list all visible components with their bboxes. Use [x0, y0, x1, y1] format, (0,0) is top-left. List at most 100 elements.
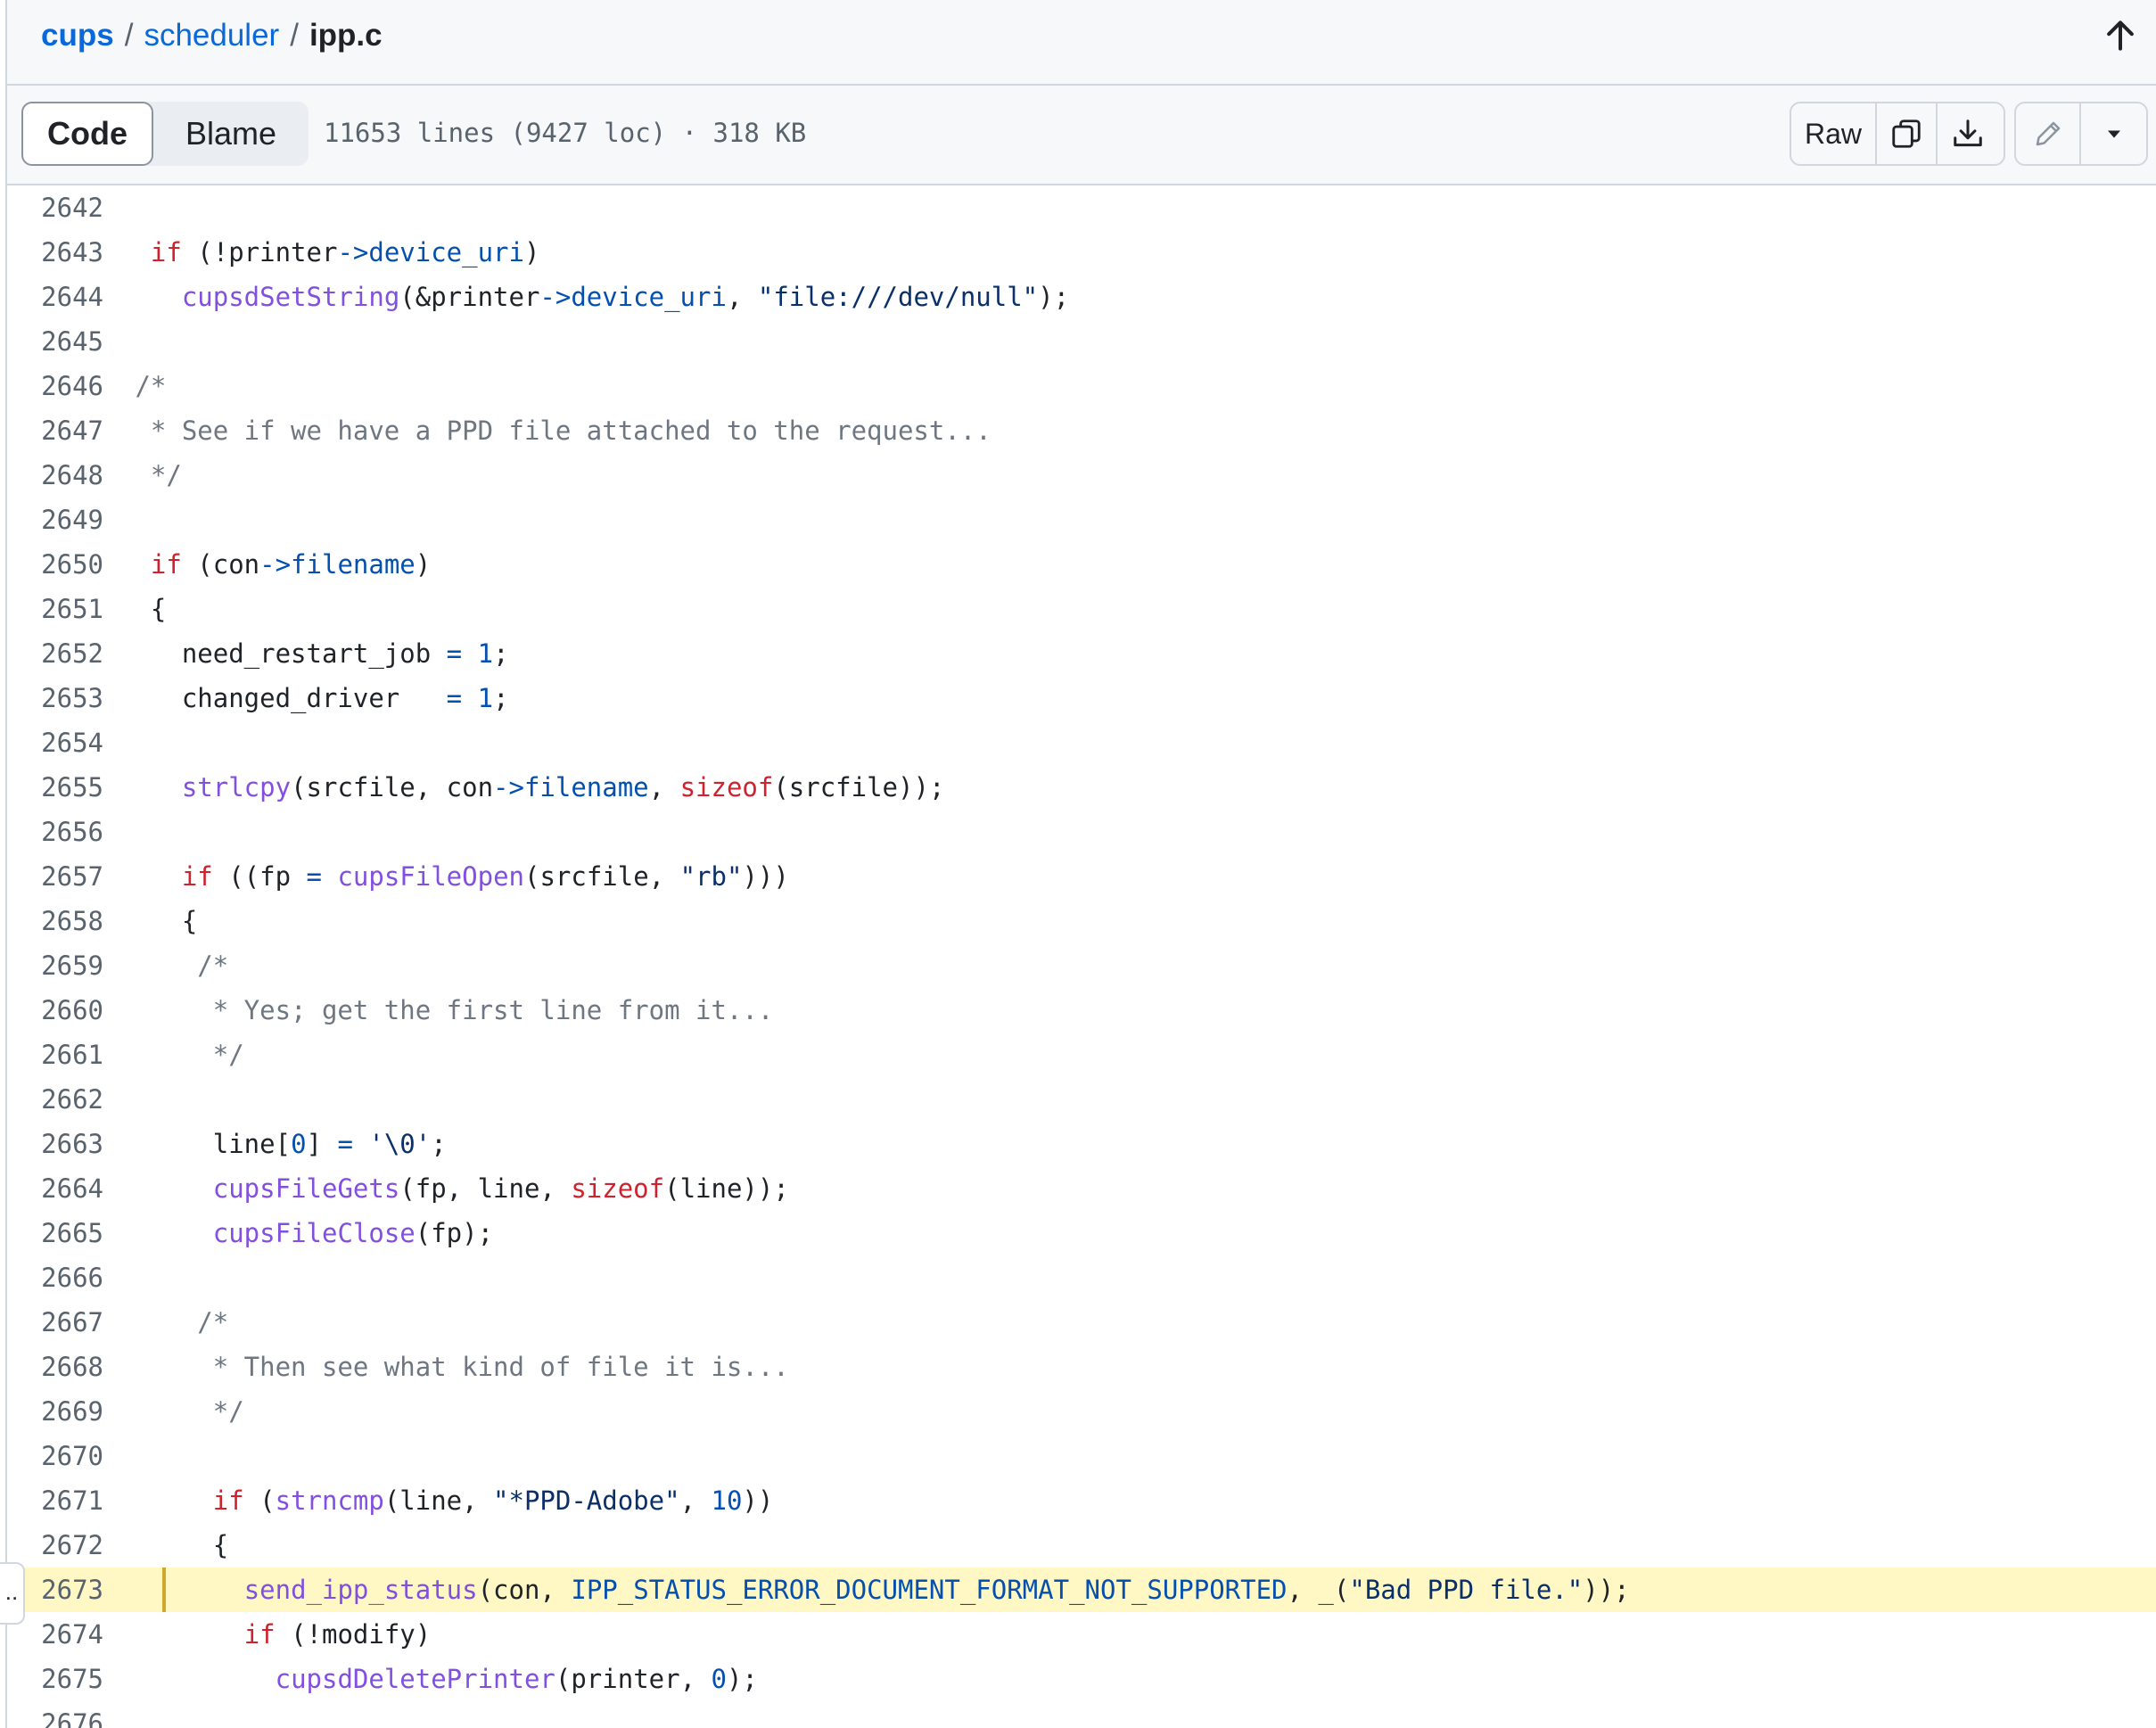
- breadcrumb-folder-link[interactable]: scheduler: [144, 18, 279, 53]
- line-number[interactable]: 2655: [7, 765, 103, 810]
- breadcrumb-repo-link[interactable]: cups: [41, 18, 114, 53]
- line-number[interactable]: 2650: [7, 542, 103, 587]
- line-number[interactable]: 2645: [7, 319, 103, 364]
- line-number[interactable]: 2652: [7, 631, 103, 676]
- line-source: cupsFileGets(fp, line, sizeof(line));: [212, 1173, 789, 1204]
- line-number[interactable]: 2646: [7, 364, 103, 408]
- line-number[interactable]: 2666: [7, 1255, 103, 1300]
- code-listing: 2642 2643 if (!printer->device_uri) 2644 c…: [7, 185, 2156, 1728]
- code-line: 2669 */: [7, 1389, 2156, 1434]
- edit-file-button[interactable]: [2016, 103, 2082, 164]
- line-number[interactable]: 2657: [7, 854, 103, 899]
- code-line: 2657 if ((fp = cupsFileOpen(srcfile, "rb…: [7, 854, 2156, 899]
- line-number[interactable]: 2659: [7, 943, 103, 988]
- line-source: if ((fp = cupsFileOpen(srcfile, "rb"))): [181, 861, 789, 892]
- line-number[interactable]: 2670: [7, 1434, 103, 1478]
- line-number[interactable]: 2664: [7, 1166, 103, 1211]
- download-icon: [1954, 119, 1982, 147]
- code-line: 2649: [7, 498, 2156, 542]
- code-line: 2670: [7, 1434, 2156, 1478]
- line-number[interactable]: 2669: [7, 1389, 103, 1434]
- expand-sidebar-tab[interactable]: ..: [0, 1562, 25, 1625]
- line-number[interactable]: 2653: [7, 676, 103, 720]
- line-number[interactable]: 2671: [7, 1478, 103, 1523]
- line-number[interactable]: 2675: [7, 1657, 103, 1701]
- view-mode-toggle: Code Blame: [21, 102, 309, 166]
- code-line: 2654: [7, 720, 2156, 765]
- line-number[interactable]: 2672: [7, 1523, 103, 1568]
- line-source: cupsdSetString(&printer->device_uri, "fi…: [181, 282, 1070, 312]
- line-source: */: [119, 460, 182, 490]
- line-number[interactable]: 2662: [7, 1077, 103, 1122]
- breadcrumb-separator: /: [290, 18, 299, 53]
- line-number[interactable]: 2648: [7, 453, 103, 498]
- breadcrumb: cups / scheduler / ipp.c: [41, 18, 383, 53]
- code-tab[interactable]: Code: [21, 102, 153, 166]
- line-number[interactable]: 2667: [7, 1300, 103, 1345]
- code-line: 2671 if (strncmp(line, "*PPD-Adobe", 10)…: [7, 1478, 2156, 1523]
- code-line: 2645: [7, 319, 2156, 364]
- line-source: * Yes; get the first line from it...: [119, 995, 774, 1025]
- line-source: line[0] = '\0';: [119, 1129, 447, 1159]
- line-number[interactable]: 2651: [7, 587, 103, 631]
- code-line: 2660 * Yes; get the first line from it..…: [7, 988, 2156, 1033]
- line-source: strlcpy(srcfile, con->filename, sizeof(s…: [181, 772, 945, 802]
- line-source: need_restart_job = 1;: [119, 638, 509, 669]
- line-source: {: [119, 906, 198, 936]
- code-line: 2647 * See if we have a PPD file attache…: [7, 408, 2156, 453]
- line-number[interactable]: 2643: [7, 230, 103, 275]
- code-line: 2672 {: [7, 1523, 2156, 1568]
- copy-raw-button[interactable]: [1877, 103, 1938, 164]
- line-number[interactable]: 2661: [7, 1033, 103, 1077]
- breadcrumb-current-file: ipp.c: [309, 18, 383, 53]
- line-number[interactable]: 2642: [7, 185, 103, 230]
- code-line: 2653 changed_driver = 1;: [7, 676, 2156, 720]
- line-source: * See if we have a PPD file attached to …: [119, 416, 992, 446]
- code-line: 2668 * Then see what kind of file it is.…: [7, 1345, 2156, 1389]
- line-number[interactable]: 2647: [7, 408, 103, 453]
- code-line: 2662: [7, 1077, 2156, 1122]
- more-edit-options-button[interactable]: [2081, 103, 2146, 164]
- download-button[interactable]: [1938, 103, 1998, 164]
- line-number[interactable]: 2660: [7, 988, 103, 1033]
- code-line: 2655 strlcpy(srcfile, con->filename, siz…: [7, 765, 2156, 810]
- line-source: */: [119, 1396, 244, 1427]
- line-number[interactable]: 2665: [7, 1211, 103, 1255]
- breadcrumb-separator: /: [124, 18, 134, 53]
- blame-tab[interactable]: Blame: [153, 102, 309, 166]
- line-source: */: [119, 1040, 244, 1070]
- line-source: cupsdDeletePrinter(printer, 0);: [275, 1664, 758, 1694]
- copy-icon: [1892, 119, 1921, 148]
- line-number[interactable]: 2654: [7, 720, 103, 765]
- line-source: {: [119, 594, 167, 624]
- line-number[interactable]: 2663: [7, 1122, 103, 1166]
- line-number[interactable]: 2644: [7, 275, 103, 319]
- file-actions-group: Raw: [1790, 102, 2005, 166]
- code-line: 2650 if (con->filename): [7, 542, 2156, 587]
- line-number[interactable]: 2668: [7, 1345, 103, 1389]
- code-line-highlighted: 2673 send_ipp_status(con, IPP_STATUS_ERR…: [7, 1568, 2156, 1612]
- arrow-up-icon[interactable]: [2101, 16, 2140, 55]
- line-source: /*: [119, 371, 167, 401]
- code-line: 2666: [7, 1255, 2156, 1300]
- line-source: /*: [119, 950, 229, 981]
- file-stats: 11653 lines (9427 loc) · 318 KB: [324, 118, 807, 148]
- line-number[interactable]: 2656: [7, 810, 103, 854]
- code-line: 2667 /*: [7, 1300, 2156, 1345]
- line-source: send_ipp_status(con, IPP_STATUS_ERROR_DO…: [243, 1575, 1630, 1605]
- code-line: 2665 cupsFileClose(fp);: [7, 1211, 2156, 1255]
- raw-button[interactable]: Raw: [1791, 103, 1877, 164]
- line-number[interactable]: 2649: [7, 498, 103, 542]
- triangle-down-icon: [2107, 130, 2120, 138]
- code-viewer-page: cups / scheduler / ipp.c Code Blame 11653 li…: [0, 0, 2156, 1728]
- code-line: 2642: [7, 185, 2156, 230]
- line-source: if (!printer->device_uri): [150, 237, 540, 267]
- edit-actions-group: [2014, 102, 2148, 166]
- line-source: if (con->filename): [150, 549, 432, 580]
- code-line: 2661 */: [7, 1033, 2156, 1077]
- left-border: [0, 0, 7, 1728]
- line-source: changed_driver = 1;: [119, 683, 509, 713]
- line-number[interactable]: 2658: [7, 899, 103, 943]
- file-toolbar: Code Blame 11653 lines (9427 loc) · 318 …: [7, 86, 2156, 185]
- line-number[interactable]: 2676: [7, 1701, 103, 1728]
